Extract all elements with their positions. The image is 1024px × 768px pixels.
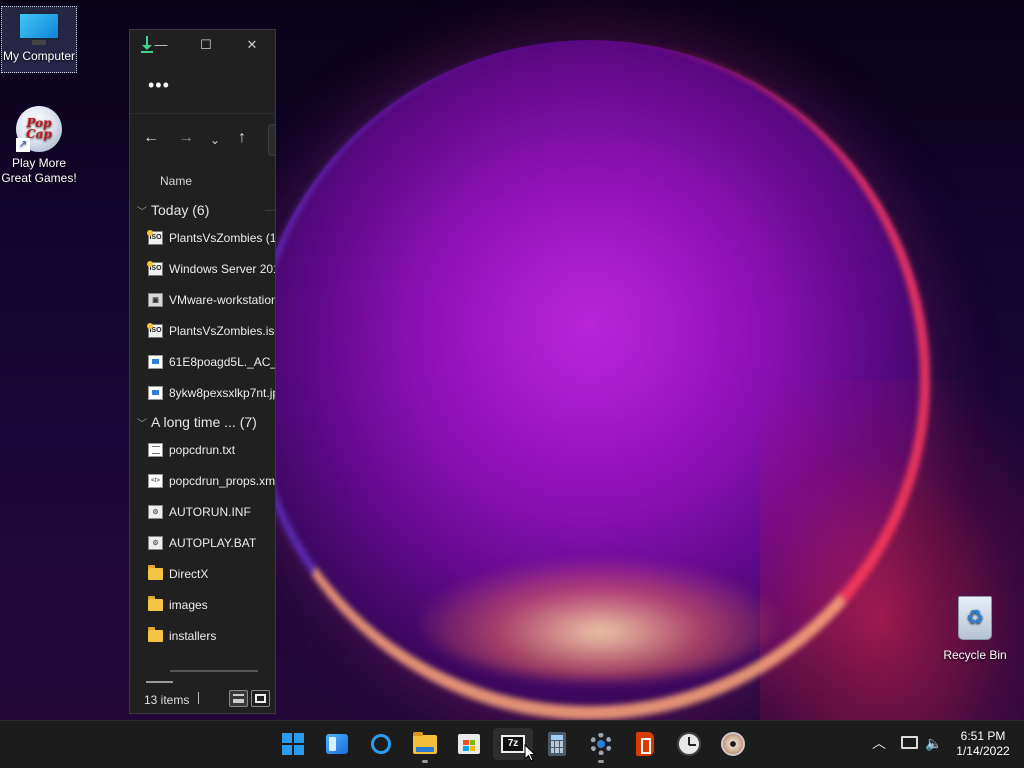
list-item[interactable]: ISO Windows Server 2019	[130, 253, 275, 284]
media-player-icon	[721, 732, 745, 756]
status-separator	[198, 692, 199, 704]
minimize-button[interactable]: —	[138, 30, 184, 60]
file-list: ﹀ Today (6) ISO PlantsVsZombies (1) ISO Wi…	[130, 198, 275, 651]
start-icon	[282, 733, 304, 755]
desktop-icon-label-line-1: Play More	[11, 156, 67, 170]
widgets-button[interactable]	[317, 728, 357, 760]
recent-locations-chevron-icon[interactable]: ⌄	[210, 131, 220, 149]
column-header-name[interactable]: Name	[130, 164, 275, 198]
widgets-icon	[326, 734, 348, 754]
desktop-icon-popcap[interactable]: Pop Cap ↗ Play More Great Games!	[1, 106, 77, 186]
desktop-icon-label: My Computer	[2, 49, 76, 63]
volume-icon[interactable]: 🔈	[925, 735, 942, 752]
cortana-button[interactable]	[361, 728, 401, 760]
desktop-icon-my-computer[interactable]: My Computer	[1, 6, 77, 73]
folder-icon	[148, 595, 163, 611]
address-bar[interactable]	[268, 124, 275, 156]
image-file-icon	[148, 385, 163, 400]
horizontal-scrollbar[interactable]	[170, 670, 258, 672]
status-divider	[146, 681, 173, 683]
list-item[interactable]: installers	[130, 620, 275, 651]
status-bar: 13 items	[130, 679, 275, 713]
tiles-view-button[interactable]	[251, 690, 270, 707]
iso-file-icon: ISO	[147, 322, 163, 338]
list-item[interactable]: popcdrun.txt	[130, 434, 275, 465]
folder-icon	[148, 626, 163, 642]
7zip-icon: 7z	[501, 735, 525, 753]
shortcut-arrow-icon: ↗	[16, 138, 30, 152]
calculator-icon	[548, 732, 566, 756]
up-arrow-icon[interactable]: ↑	[238, 129, 246, 147]
details-view-button[interactable]	[229, 690, 248, 707]
xml-file-icon: </>	[148, 473, 163, 488]
forward-arrow-icon[interactable]: →	[178, 129, 194, 147]
more-options-button[interactable]: •••	[148, 76, 170, 94]
navigation-bar: ← → ⌄ ↑	[130, 114, 275, 164]
back-arrow-icon[interactable]: ←	[143, 129, 159, 147]
file-explorer-taskbar-button[interactable]	[405, 728, 445, 763]
system-clock[interactable]: 6:51 PM 1/14/2022	[950, 729, 1016, 759]
clock-app-icon	[677, 732, 701, 756]
running-indicator	[598, 760, 604, 763]
config-file-icon: ⚙	[148, 504, 163, 519]
show-hidden-icons-chevron-icon[interactable]: ︿	[872, 733, 886, 753]
media-player-button[interactable]	[713, 728, 753, 760]
tiles-view-icon	[255, 694, 266, 703]
settings-icon	[590, 733, 612, 755]
list-item[interactable]: DirectX	[130, 558, 275, 589]
exe-file-icon: ▣	[148, 292, 163, 307]
iso-file-icon: ISO	[147, 229, 163, 245]
microsoft-store-button[interactable]	[449, 728, 489, 760]
list-item[interactable]: </> popcdrun_props.xml	[130, 465, 275, 496]
item-count: 13 items	[144, 693, 190, 707]
file-explorer-icon	[413, 731, 437, 754]
command-bar: •••	[130, 60, 275, 114]
list-item[interactable]: ▣ VMware-workstation	[130, 284, 275, 315]
cortana-icon	[371, 734, 391, 754]
list-item[interactable]: 61E8poagd5L._AC_SL	[130, 346, 275, 377]
list-item[interactable]: ⚙ AUTORUN.INF	[130, 496, 275, 527]
details-view-icon	[233, 694, 244, 703]
wallpaper-orb-glow	[420, 560, 780, 680]
settings-button[interactable]	[581, 728, 621, 763]
chevron-down-icon: ﹀	[137, 206, 147, 218]
folder-icon	[148, 564, 163, 580]
list-item[interactable]: images	[130, 589, 275, 620]
running-indicator	[422, 760, 428, 763]
maximize-button[interactable]: ☐	[183, 30, 229, 60]
group-header-long-time-ago[interactable]: ﹀ A long time ... (7)	[130, 410, 275, 434]
title-bar[interactable]: — ☐ ✕	[130, 30, 275, 60]
office-icon	[636, 732, 654, 756]
iso-file-icon: ISO	[147, 260, 163, 276]
close-button[interactable]: ✕	[229, 30, 275, 60]
batch-file-icon: ⚙	[148, 535, 163, 550]
list-item[interactable]: 8ykw8pexsxlkp7nt.jp	[130, 377, 275, 408]
recycle-bin-icon: ♻	[958, 596, 992, 640]
list-item[interactable]: ⚙ AUTOPLAY.BAT	[130, 527, 275, 558]
file-explorer-window[interactable]: — ☐ ✕ ••• ← → ⌄ ↑ Name ﹀ Today (6) ISO Pl…	[129, 29, 276, 714]
calculator-button[interactable]	[537, 728, 577, 760]
clock-date: 1/14/2022	[956, 744, 1010, 758]
chevron-down-icon: ﹀	[137, 418, 147, 430]
group-header-today[interactable]: ﹀ Today (6)	[130, 198, 275, 222]
image-file-icon	[148, 354, 163, 369]
clock-time: 6:51 PM	[960, 729, 1006, 743]
microsoft-store-icon	[458, 734, 480, 754]
desktop-icon-label: Recycle Bin	[943, 648, 1007, 662]
list-item[interactable]: ISO PlantsVsZombies (1)	[130, 222, 275, 253]
network-icon[interactable]	[901, 736, 918, 749]
start-button[interactable]	[273, 728, 313, 760]
text-file-icon	[148, 442, 163, 457]
clock-app-button[interactable]	[669, 728, 709, 760]
computer-icon	[18, 12, 60, 45]
list-item[interactable]: ISO PlantsVsZombies.iso	[130, 315, 275, 346]
desktop-icon-recycle-bin[interactable]: ♻ Recycle Bin	[937, 596, 1013, 663]
desktop-icon-label-line-2: Great Games!	[1, 171, 77, 185]
office-button[interactable]	[625, 728, 665, 760]
